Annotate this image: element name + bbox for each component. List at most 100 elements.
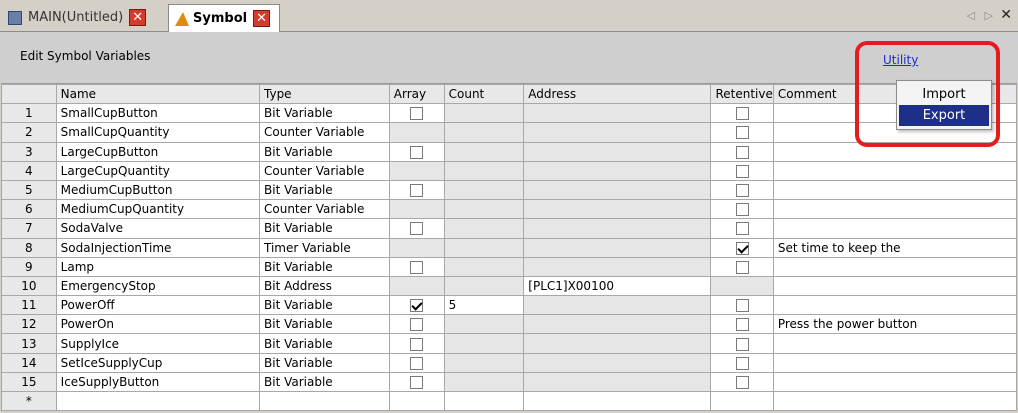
array-checkbox[interactable] xyxy=(410,222,424,236)
array-cell[interactable] xyxy=(388,352,445,373)
name-cell[interactable]: SodaInjectionTime xyxy=(55,237,261,258)
type-cell[interactable]: Bit Variable xyxy=(259,371,390,393)
tab-symbol[interactable]: Symbol ✕ xyxy=(168,4,280,32)
comment-cell[interactable] xyxy=(772,275,1017,297)
retentive-cell[interactable] xyxy=(710,160,774,181)
comment-cell[interactable]: Set time to keep the xyxy=(772,237,1017,258)
retentive-checkbox[interactable] xyxy=(735,375,749,389)
comment-cell[interactable] xyxy=(772,160,1017,181)
array-cell[interactable] xyxy=(388,333,445,354)
type-cell[interactable]: Bit Variable xyxy=(259,179,390,201)
type-cell[interactable]: Counter Variable xyxy=(259,122,390,143)
table-row[interactable]: 11 PowerOff Bit Variable 5 xyxy=(1,295,1017,316)
type-cell[interactable]: Bit Variable xyxy=(259,103,390,124)
array-checkbox[interactable] xyxy=(410,299,424,313)
table-row[interactable]: 13 SupplyIce Bit Variable xyxy=(1,333,1017,354)
name-cell[interactable]: LargeCupQuantity xyxy=(55,160,261,181)
retentive-cell[interactable] xyxy=(710,333,774,354)
retentive-cell[interactable] xyxy=(710,256,774,277)
retentive-checkbox[interactable] xyxy=(735,184,749,198)
table-row[interactable]: 3 LargeCupButton Bit Variable xyxy=(1,141,1017,162)
close-window-icon[interactable]: ✕ xyxy=(1000,7,1012,23)
count-cell[interactable]: 5 xyxy=(443,295,525,316)
empty-cell[interactable] xyxy=(388,390,445,411)
name-cell[interactable]: SmallCupQuantity xyxy=(55,122,261,143)
table-row[interactable]: 4 LargeCupQuantity Counter Variable xyxy=(1,160,1017,181)
retentive-checkbox[interactable] xyxy=(735,318,749,332)
empty-cell[interactable] xyxy=(523,390,712,411)
menu-item-export[interactable]: Export xyxy=(899,105,989,126)
column-header[interactable]: Retentive xyxy=(710,84,774,105)
type-cell[interactable]: Counter Variable xyxy=(259,160,390,181)
retentive-checkbox[interactable] xyxy=(735,337,749,351)
comment-cell[interactable] xyxy=(772,256,1017,277)
array-checkbox[interactable] xyxy=(410,260,424,274)
table-row[interactable]: 10 EmergencyStop Bit Address [PLC1]X00100 xyxy=(1,275,1017,297)
menu-item-import[interactable]: Import xyxy=(899,84,989,105)
retentive-checkbox[interactable] xyxy=(735,356,749,370)
name-cell[interactable]: LargeCupButton xyxy=(55,141,261,162)
retentive-cell[interactable] xyxy=(710,371,774,393)
name-cell[interactable]: MediumCupQuantity xyxy=(55,199,261,220)
empty-cell[interactable] xyxy=(772,390,1017,411)
array-checkbox[interactable] xyxy=(410,145,424,159)
column-header[interactable]: Array xyxy=(388,84,445,105)
empty-cell[interactable] xyxy=(710,390,774,411)
array-checkbox[interactable] xyxy=(410,337,424,351)
name-cell[interactable]: SodaValve xyxy=(55,218,261,239)
tab-main-close-button[interactable]: ✕ xyxy=(129,9,147,26)
array-checkbox[interactable] xyxy=(410,318,424,332)
retentive-cell[interactable] xyxy=(710,199,774,220)
tab-main[interactable]: MAIN(Untitled) ✕ xyxy=(4,4,168,31)
array-checkbox[interactable] xyxy=(410,375,424,389)
name-cell[interactable]: PowerOff xyxy=(55,295,261,316)
utility-link[interactable]: Utility xyxy=(883,53,918,67)
name-cell[interactable]: EmergencyStop xyxy=(55,275,261,297)
retentive-cell[interactable] xyxy=(710,141,774,162)
retentive-cell[interactable] xyxy=(710,103,774,124)
retentive-cell[interactable] xyxy=(710,237,774,258)
type-cell[interactable]: Bit Variable xyxy=(259,352,390,373)
table-row[interactable]: 12 PowerOn Bit Variable Press the power but… xyxy=(1,314,1017,335)
type-cell[interactable]: Bit Address xyxy=(259,275,390,297)
name-cell[interactable]: SupplyIce xyxy=(55,333,261,354)
retentive-checkbox[interactable] xyxy=(735,260,749,274)
type-cell[interactable]: Bit Variable xyxy=(259,256,390,277)
new-row[interactable]: * xyxy=(1,390,1017,411)
table-row[interactable]: 1 SmallCupButton Bit Variable xyxy=(1,103,1017,124)
array-cell[interactable] xyxy=(388,314,445,335)
retentive-checkbox[interactable] xyxy=(735,126,749,140)
array-checkbox[interactable] xyxy=(410,107,424,121)
table-row[interactable]: 14 SetIceSupplyCup Bit Variable xyxy=(1,352,1017,373)
table-row[interactable]: 8 SodaInjectionTime Timer Variable Set time… xyxy=(1,237,1017,258)
retentive-checkbox[interactable] xyxy=(735,222,749,236)
name-cell[interactable]: MediumCupButton xyxy=(55,179,261,201)
retentive-checkbox[interactable] xyxy=(735,203,749,217)
comment-cell[interactable]: Press the power button xyxy=(772,314,1017,335)
empty-cell[interactable] xyxy=(55,390,261,411)
type-cell[interactable]: Bit Variable xyxy=(259,218,390,239)
column-header[interactable]: Count xyxy=(443,84,525,105)
retentive-cell[interactable] xyxy=(710,218,774,239)
empty-cell[interactable] xyxy=(259,390,390,411)
table-row[interactable]: 5 MediumCupButton Bit Variable xyxy=(1,179,1017,201)
array-cell[interactable] xyxy=(388,141,445,162)
comment-cell[interactable] xyxy=(772,352,1017,373)
column-header[interactable]: Address xyxy=(523,84,712,105)
retentive-checkbox[interactable] xyxy=(735,241,749,255)
array-cell[interactable] xyxy=(388,103,445,124)
tab-scroll-arrows-icon[interactable]: ◁ ▷ xyxy=(967,9,996,22)
array-checkbox[interactable] xyxy=(410,184,424,198)
name-cell[interactable]: SmallCupButton xyxy=(55,103,261,124)
name-cell[interactable]: IceSupplyButton xyxy=(55,371,261,393)
table-row[interactable]: 15 IceSupplyButton Bit Variable xyxy=(1,371,1017,393)
array-cell[interactable] xyxy=(388,295,445,316)
type-cell[interactable]: Bit Variable xyxy=(259,295,390,316)
retentive-checkbox[interactable] xyxy=(735,145,749,159)
array-cell[interactable] xyxy=(388,218,445,239)
column-header[interactable]: Name xyxy=(55,84,261,105)
comment-cell[interactable] xyxy=(772,218,1017,239)
retentive-cell[interactable] xyxy=(710,122,774,143)
type-cell[interactable]: Bit Variable xyxy=(259,333,390,354)
name-cell[interactable]: SetIceSupplyCup xyxy=(55,352,261,373)
